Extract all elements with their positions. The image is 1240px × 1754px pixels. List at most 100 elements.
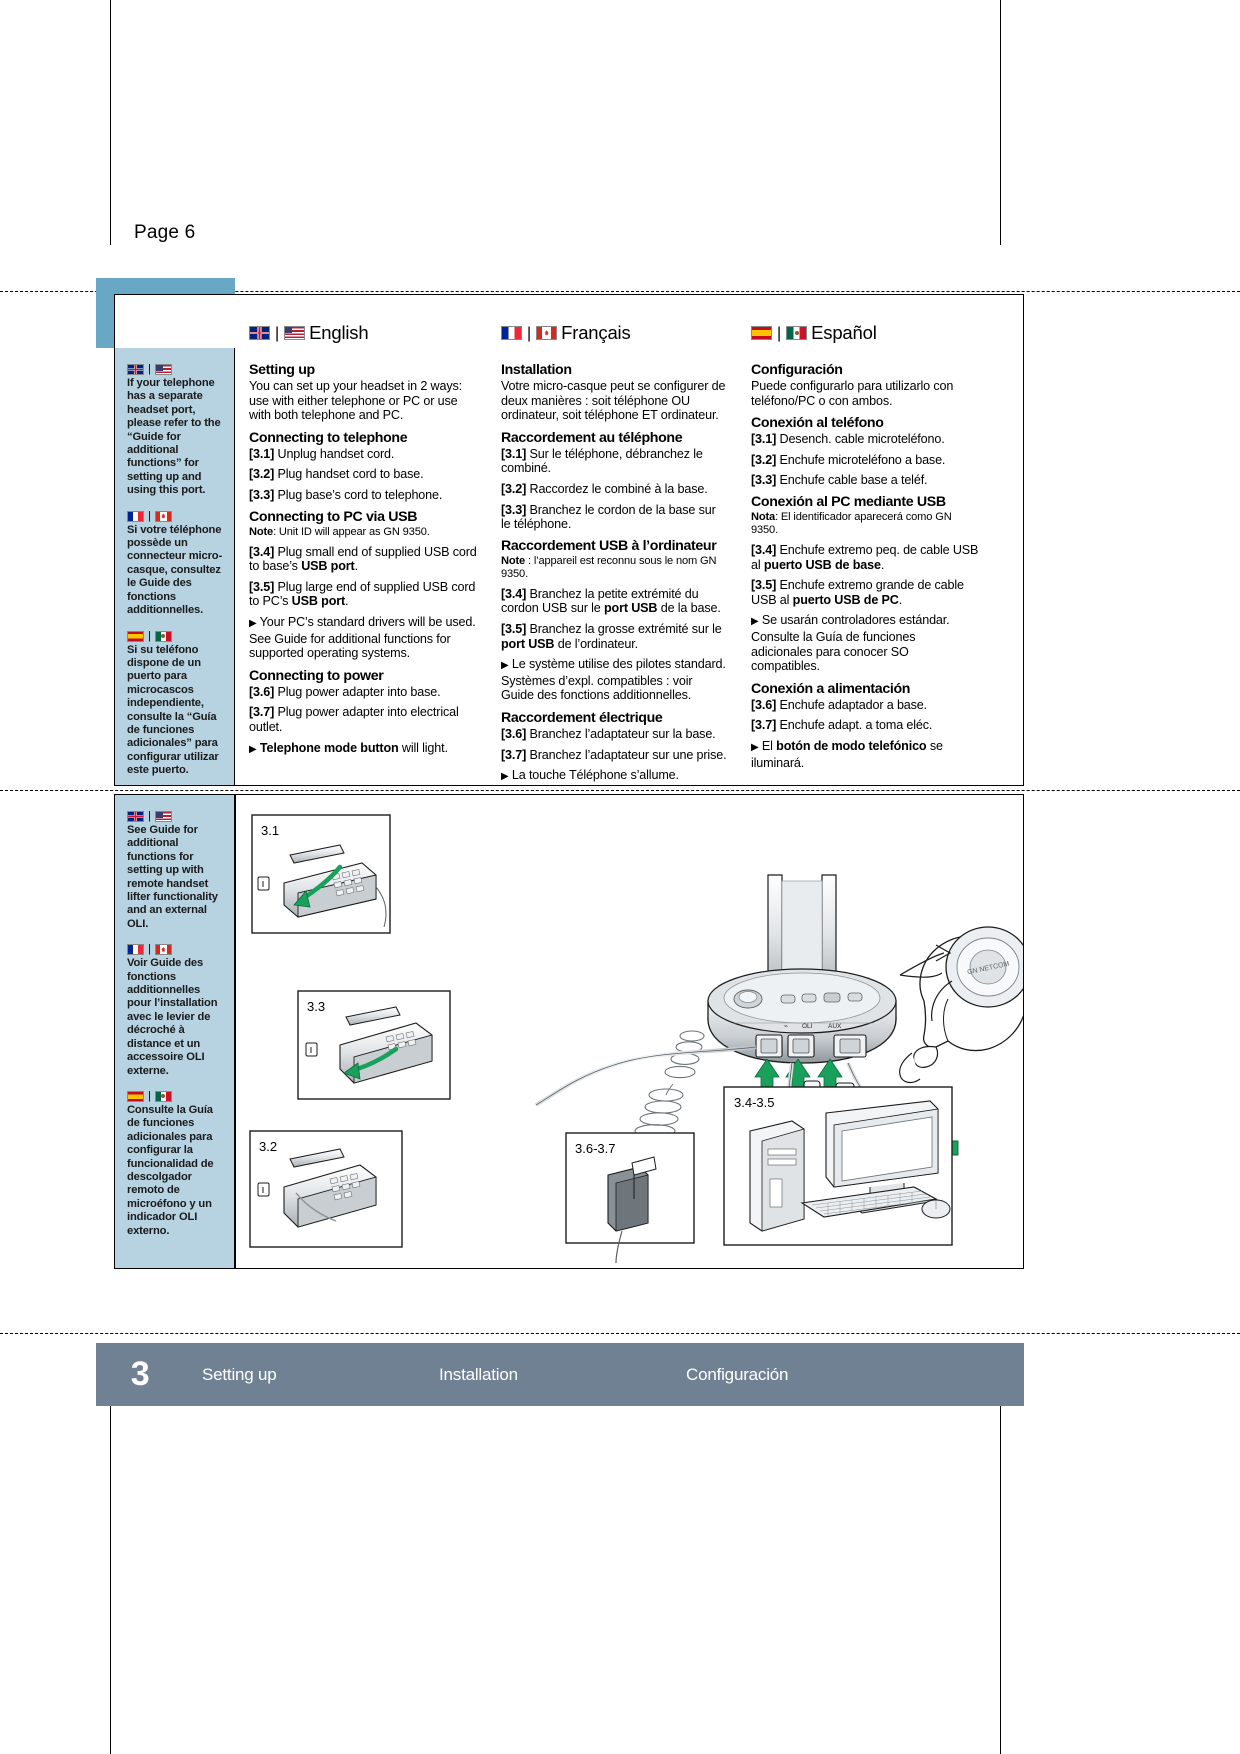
step-emphasis: port USB [604,601,658,616]
column-francais: | Français Installation Votre micro-casq… [487,322,737,786]
sections-espanol: Conexión al teléfono [3.1] Desench. cable… [751,415,979,770]
step-number: [3.7] [249,705,275,720]
column-english: | English Setting up You can set up your… [235,322,487,786]
note-text: Consulte la Guía de funciones adicionale… [127,1103,214,1237]
step-en-2-0: [3.6] Plug power adapter into base. [249,684,441,699]
triangle-bullet-icon: ▶ [249,743,257,755]
triangle-bullet-icon: ▶ [751,741,759,753]
tip-emphasis: botón de modo telefónico [776,738,927,753]
sidebar-note-bottom-0: | See Guide for additional functions for … [127,811,225,931]
flag-separator: | [777,324,782,342]
step-fr-0-1: [3.2] Raccordez le combiné à la base. [501,481,708,496]
step-es-0-0: [3.1] Desench. cable microteléfono. [751,432,945,447]
crop-guide-left-lower [110,1373,111,1754]
footer-label-francais: Installation [439,1364,518,1384]
flag-separator: | [527,324,532,342]
language-header-english: | English [249,322,477,344]
step-en-1-0: [3.4] Plug small end of supplied USB cor… [249,544,477,574]
footer-label-espanol: Configuración [686,1364,789,1384]
note-text: If your telephone has a separate headset… [127,377,221,497]
svg-text:AUX: AUX [828,1023,842,1030]
step-emphasis: puerto USB de base [763,557,881,572]
section-heading-fr-2: Raccordement électrique [501,709,663,726]
svg-text:3.2: 3.2 [259,1139,277,1154]
intro-body-francais: Votre micro-casque peut se configurer de… [501,379,726,423]
note-text: Si su teléfono dispone de un puerto para… [127,643,219,777]
flag-pair: | [127,943,225,956]
step-number: [3.3] [501,502,527,517]
base-station: ⌁ OLI AUX [707,874,897,1064]
section-heading-en-2: Connecting to power [249,667,384,684]
step-es-0-2: [3.3] Enchufe cable base a teléf. [751,473,928,488]
svg-text:3.6-3.7: 3.6-3.7 [575,1141,615,1156]
step-fr-1-0: [3.4] Branchez la petite extrémité du co… [501,586,721,616]
spain-flag-icon [751,326,772,340]
svg-text:⌁: ⌁ [784,1023,788,1030]
note-text: See Guide for additional functions for s… [127,824,218,930]
step-en-0-2: [3.3] Plug base’s cord to telephone. [249,487,443,502]
section-heading-en-0: Connecting to telephone [249,429,408,446]
sections-francais: Raccordement au téléphone [3.1] Sur le té… [501,430,727,785]
step-number: [3.7] [751,718,777,733]
canada-flag-icon [536,326,558,340]
us-flag-icon [154,364,172,375]
step-number: [3.1] [751,432,777,447]
step-number: [3.6] [751,697,777,712]
chapter-footer-bar: 3 Setting up Installation Configuración [96,1343,1024,1406]
step-fr-0-2: [3.3] Branchez le cordon de la base sur … [501,502,716,532]
step-es-1-0: [3.4] Enchufe extremo peq. de cable USB … [751,542,979,572]
step-es-1-1: [3.5] Enchufe extremo grande de cable US… [751,578,964,607]
intro-body-english: You can set up your headset in 2 ways: u… [249,379,462,423]
callout-box-3-1: 3.1 [251,814,391,934]
flag-separator: | [148,1089,151,1102]
step-en-0-0: [3.1] Unplug handset cord. [249,446,395,461]
headset-in-hand: GN NETCOM [899,926,1023,1084]
section-tip-fr-2: ▶ La touche Téléphone s’allume. [501,768,679,783]
step-number: [3.3] [249,487,275,502]
mexico-flag-icon [786,326,808,340]
step-fr-1-1: [3.5] Branchez la grosse extrémité sur l… [501,621,722,651]
canada-flag-icon [154,510,172,522]
section-tip-fr-1: ▶ Le système utilise des pilotes standar… [501,657,726,703]
flag-separator: | [148,509,151,522]
column-espanol: | Español Configuración Puede configurar… [737,322,989,786]
step-number: [3.2] [249,467,275,482]
heading-installation: Installation [501,362,572,378]
callout-box-3-4-3-5: 3.4-3.5 [723,1086,953,1246]
sidebar-notes-top: | If your telephone has a separate headse… [114,348,235,786]
flag-separator: | [148,810,151,822]
section-note-en-1: Note: Unit ID will appear as GN 9350. [249,525,430,538]
step-number: [3.7] [501,747,527,762]
callout-box-3-3: 3.3 [297,990,451,1100]
france-flag-icon [127,944,144,956]
step-fr-2-0: [3.6] Branchez l’adaptateur sur la base. [501,726,716,741]
flag-pair: | [127,364,225,375]
step-number: [3.6] [249,684,275,699]
step-number: [3.1] [249,446,275,461]
sections-english: Connecting to telephone [3.1] Unplug hand… [249,430,477,757]
step-en-1-1: [3.5] Plug large end of supplied USB cor… [249,579,476,609]
footer-label-english: Setting up [202,1364,277,1384]
us-flag-icon [284,326,306,340]
crop-guide-right-lower [1000,1373,1001,1754]
step-number: [3.6] [501,726,527,741]
svg-text:OLI: OLI [802,1023,813,1030]
uk-flag-icon [127,811,144,822]
spain-flag-icon [127,630,144,642]
section-heading-es-2: Conexión a alimentación [751,680,911,697]
step-en-0-1: [3.2] Plug handset cord to base. [249,467,424,482]
page-label-top: Page 6 [134,222,196,243]
sidebar-note-bottom-2: | Consulte la Guía de funciones adicional… [127,1089,225,1238]
flag-separator: | [148,943,151,956]
svg-text:3.4-3.5: 3.4-3.5 [734,1095,774,1110]
section-heading-en-1: Connecting to PC via USB [249,508,418,525]
flag-separator: | [148,363,151,375]
sidebar-note-top-2: | Si su teléfono dispone de un puerto par… [127,630,225,778]
section-note-fr-1: Note : l’appareil est reconnu sous le no… [501,554,717,580]
note-text: Si votre téléphone possède un connecteur… [127,523,223,617]
step-emphasis: port USB [501,636,555,651]
section-note-es-1: Nota: El identificador aparecerá como GN… [751,510,952,536]
illustration-artwork: ⌁ OLI AUX GN NETCOM 3.1 3.3 3.2 3.6-3.7 … [249,814,1023,1264]
step-fr-2-1: [3.7] Branchez l’adaptateur sur une pris… [501,747,727,762]
step-es-2-1: [3.7] Enchufe adapt. a toma eléc. [751,718,933,733]
